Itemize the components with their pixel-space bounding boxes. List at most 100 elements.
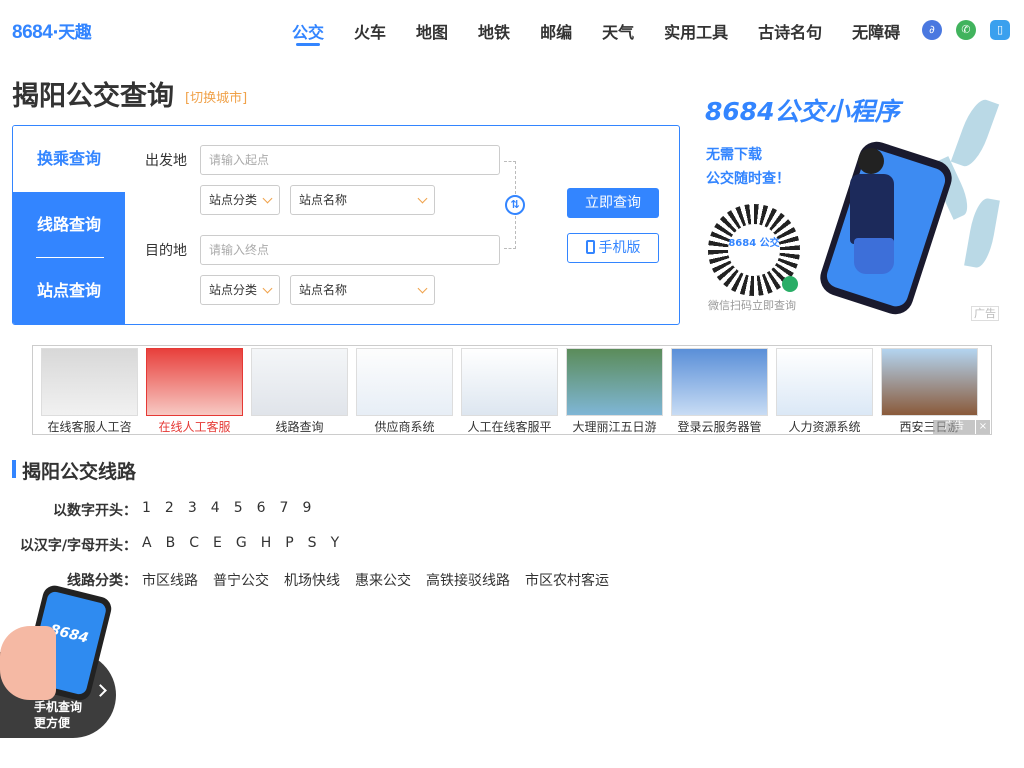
nav-item-7[interactable]: 古诗名句 [758, 19, 822, 46]
site-logo[interactable]: 8684·天趣 [12, 18, 92, 44]
ad-thumbnail [776, 348, 873, 416]
to-category-value: 站点分类 [209, 283, 258, 297]
line-link[interactable]: E [213, 535, 222, 551]
logo-number: 8684 [12, 22, 53, 43]
line-link[interactable]: P [285, 535, 293, 551]
page-title: 揭阳公交查询 [12, 81, 174, 112]
ad-thumbnail [461, 348, 558, 416]
ad-line-1: 无需下载 [706, 147, 762, 163]
query-panel: 换乘查询 线路查询 站点查询 出发地 请输入起点 站点分类 站点名称 目的地 请… [12, 125, 680, 325]
ad-strip-item[interactable]: 在线人工客服 [146, 348, 243, 434]
line-link[interactable]: Y [331, 535, 340, 551]
row-links: 12345679 [142, 500, 325, 516]
nav-item-5[interactable]: 天气 [602, 19, 634, 46]
nav-item-6[interactable]: 实用工具 [664, 19, 728, 46]
line-link[interactable]: H [261, 535, 272, 551]
line-link[interactable]: A [142, 535, 152, 551]
line-link[interactable]: B [166, 535, 176, 551]
ad-strip-label: 登录云服务器管 [677, 420, 762, 434]
line-link[interactable]: 市区农村客运 [525, 570, 609, 590]
ad-strip-item[interactable]: 人工在线客服平 [461, 348, 558, 434]
from-label: 出发地 [145, 153, 187, 169]
from-name-value: 站点名称 [299, 193, 348, 207]
line-link[interactable]: G [236, 535, 247, 551]
leaf-decoration [964, 196, 1000, 270]
row-links: ABCEGHPSY [142, 535, 353, 551]
line-link[interactable]: 2 [165, 500, 174, 516]
ad-strip-item[interactable]: 线路查询 [251, 348, 348, 434]
float-line-1: 手机查询 [34, 700, 83, 714]
ad-thumbnail [251, 348, 348, 416]
ad-thumbnail [356, 348, 453, 416]
from-name-select[interactable]: 站点名称 [290, 185, 435, 215]
mobile-query-float[interactable]: 8684 手机查询 更方便 [0, 583, 118, 738]
hand-illustration [0, 626, 56, 700]
nav-item-1[interactable]: 火车 [354, 19, 386, 46]
nav-item-3[interactable]: 地铁 [478, 19, 510, 46]
to-name-value: 站点名称 [299, 283, 348, 297]
line-link[interactable]: S [308, 535, 317, 551]
line-link[interactable]: 1 [142, 500, 151, 516]
qr-code: 8684 公交 [708, 204, 800, 296]
logo-text: ·天趣 [52, 23, 92, 43]
to-name-select[interactable]: 站点名称 [290, 275, 435, 305]
line-link[interactable]: 4 [211, 500, 220, 516]
from-input[interactable]: 请输入起点 [200, 145, 500, 175]
mini-program-icon[interactable]: ∂ [922, 20, 942, 40]
chevron-down-icon [417, 193, 428, 204]
nav-item-4[interactable]: 邮编 [540, 19, 572, 46]
qr-logo: 8684 公交 [728, 224, 780, 276]
phone-icon [585, 240, 595, 254]
mini-program-ad[interactable]: 8684公交小程序 无需下载 公交随时查！ 8684 公交 微信扫码立即查询 广… [700, 88, 1006, 324]
ad-strip-item[interactable]: 在线客服人工咨 [41, 348, 138, 434]
line-link[interactable]: 9 [302, 500, 311, 516]
chevron-down-icon [417, 283, 428, 294]
line-link[interactable]: 普宁公交 [213, 570, 269, 590]
section-accent [12, 460, 16, 478]
query-tabs: 换乘查询 线路查询 站点查询 [13, 126, 125, 324]
to-category-select[interactable]: 站点分类 [200, 275, 280, 305]
row-links: 市区线路 普宁公交 机场快线 惠来公交 高铁接驳线路 市区农村客运 [142, 570, 624, 590]
line-link[interactable]: 惠来公交 [355, 570, 411, 590]
query-button[interactable]: 立即查询 [567, 188, 659, 218]
row-label: 以汉字/字母开头： [19, 538, 137, 554]
nav-item-0[interactable]: 公交 [292, 19, 324, 46]
line-link[interactable]: 7 [280, 500, 289, 516]
tab-station[interactable]: 站点查询 [13, 258, 125, 324]
line-link[interactable]: 5 [234, 500, 243, 516]
ad-strip-item[interactable]: 人力资源系统 [776, 348, 873, 434]
person-body [850, 174, 894, 244]
ad-strip-item[interactable]: 大理丽江五日游 [566, 348, 663, 434]
person-head [858, 148, 884, 174]
nav-item-8[interactable]: 无障碍 [852, 19, 900, 46]
swap-icon[interactable]: ⇅ [505, 195, 525, 215]
to-input[interactable]: 请输入终点 [200, 235, 500, 265]
ad-strip-label: 线路查询 [275, 420, 324, 434]
mobile-version-button[interactable]: 手机版 [567, 233, 659, 263]
close-icon[interactable]: × [976, 420, 990, 434]
ad-strip-label: 在线客服人工咨 [47, 420, 132, 434]
line-link[interactable]: 高铁接驳线路 [426, 570, 510, 590]
ad-thumbnail [881, 348, 978, 416]
leaf-decoration [950, 95, 1000, 171]
line-link[interactable]: 机场快线 [284, 570, 340, 590]
ad-tag: 广告 [971, 306, 999, 321]
ad-strip-item[interactable]: 登录云服务器管 [671, 348, 768, 434]
nav-item-2[interactable]: 地图 [416, 19, 448, 46]
main-nav: 公交 火车 地图 地铁 邮编 天气 实用工具 古诗名句 无障碍 [292, 19, 930, 46]
ad-strip-item[interactable]: 供应商系统 [356, 348, 453, 434]
tab-line[interactable]: 线路查询 [13, 192, 125, 258]
wechat-icon[interactable]: ✆ [956, 20, 976, 40]
mobile-icon[interactable]: ▯ [990, 20, 1010, 40]
row-label: 以数字开头： [53, 503, 137, 519]
ad-thumbnail [671, 348, 768, 416]
from-category-select[interactable]: 站点分类 [200, 185, 280, 215]
line-link[interactable]: C [189, 535, 199, 551]
line-link[interactable]: 市区线路 [142, 570, 198, 590]
line-link[interactable]: 3 [188, 500, 197, 516]
person-illustration [850, 148, 906, 278]
ad-strip: 西安三日游 人力资源系统 登录云服务器管 大理丽江五日游 人工在线客服平 供应商系统 线路查… [32, 345, 992, 435]
switch-city-link[interactable]: [切换城市] [185, 87, 247, 106]
line-link[interactable]: 6 [257, 500, 266, 516]
tab-transfer[interactable]: 换乘查询 [13, 126, 125, 192]
